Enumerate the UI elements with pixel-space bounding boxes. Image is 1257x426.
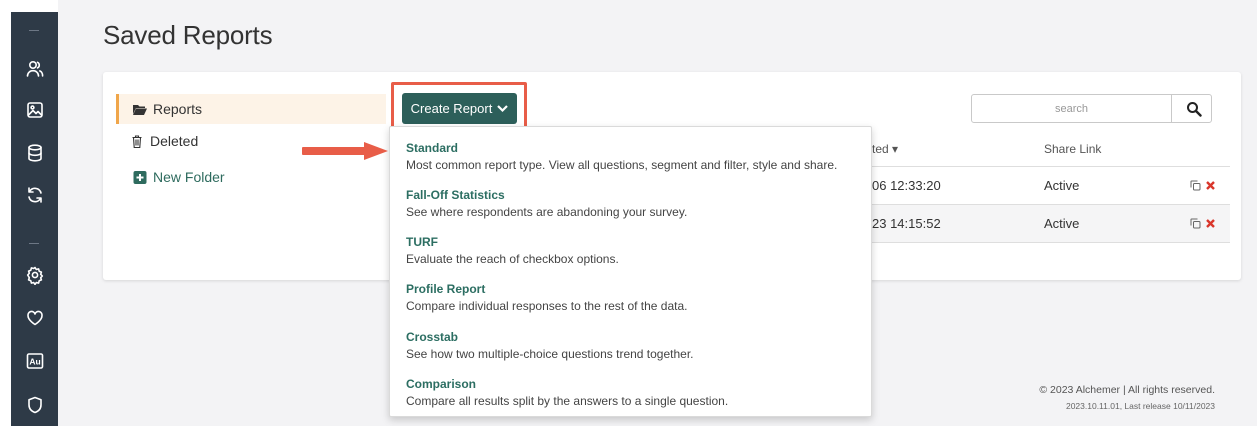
search-input[interactable]: [972, 95, 1172, 122]
menu-item-description: Evaluate the reach of checkbox options.: [406, 252, 619, 266]
row-share-status: Active: [1044, 178, 1080, 193]
annotation-arrow-icon: [302, 142, 388, 160]
heart-icon[interactable]: [11, 303, 58, 333]
copy-icon[interactable]: [1190, 218, 1201, 229]
delete-icon[interactable]: [1205, 180, 1216, 191]
menu-item-description: See how two multiple-choice questions tr…: [406, 347, 694, 361]
database-icon[interactable]: [11, 138, 58, 168]
menu-item-description: Most common report type. View all questi…: [406, 158, 838, 172]
footer-copyright: © 2023 Alchemer | All rights reserved.: [1039, 384, 1215, 396]
menu-item-profile-report[interactable]: Profile Report Compare individual respon…: [406, 282, 866, 314]
nav-rail: Au: [0, 0, 58, 426]
users-icon[interactable]: [11, 54, 58, 84]
column-header-date[interactable]: ted ▾: [872, 142, 898, 156]
menu-item-title: Crosstab: [406, 330, 459, 344]
create-report-menu: Standard Most common report type. View a…: [389, 126, 872, 417]
image-icon[interactable]: [11, 95, 58, 125]
folder-label: Reports: [153, 101, 203, 117]
sort-caret-icon: ▾: [888, 142, 899, 156]
refresh-icon[interactable]: [11, 180, 58, 210]
menu-item-description: Compare all results split by the answers…: [406, 394, 729, 408]
chevron-down-icon: [497, 105, 509, 113]
create-report-label: Create Report: [410, 101, 493, 116]
trash-icon: [124, 134, 150, 148]
menu-item-description: Compare individual responses to the rest…: [406, 299, 688, 313]
au-icon-label: Au: [29, 357, 40, 367]
menu-item-title: Profile Report: [406, 282, 486, 296]
menu-item-title: Fall-Off Statistics: [406, 188, 505, 202]
row-date: 23 14:15:52: [872, 216, 941, 231]
copy-icon[interactable]: [1190, 180, 1201, 191]
row-divider: [870, 242, 1230, 243]
page-title: Saved Reports: [103, 20, 273, 50]
folder-open-icon: [127, 103, 153, 116]
row-date: 06 12:33:20: [872, 178, 941, 193]
menu-item-title: Comparison: [406, 377, 477, 391]
new-folder-label: New Folder: [153, 169, 225, 185]
row-actions: [1190, 218, 1216, 229]
row-share-status: Active: [1044, 216, 1080, 231]
nav-divider: [29, 30, 39, 31]
menu-item-standard[interactable]: Standard Most common report type. View a…: [406, 141, 866, 173]
delete-icon[interactable]: [1205, 218, 1216, 229]
menu-item-title: Standard: [406, 141, 459, 155]
menu-item-turf[interactable]: TURF Evaluate the reach of checkbox opti…: [406, 235, 866, 267]
column-header-share-link: Share Link: [1044, 142, 1102, 156]
plus-square-icon: [127, 170, 153, 184]
menu-item-crosstab[interactable]: Crosstab See how two multiple-choice que…: [406, 330, 866, 362]
new-folder-link[interactable]: New Folder: [116, 162, 386, 192]
folder-label: Deleted: [150, 133, 199, 149]
menu-item-comparison[interactable]: Comparison Compare all results split by …: [406, 377, 866, 409]
footer-version: 2023.10.11.01, Last release 10/11/2023: [1065, 401, 1215, 411]
au-icon[interactable]: Au: [11, 346, 58, 376]
settings-icon[interactable]: [11, 260, 58, 290]
nav-divider: [29, 243, 39, 244]
menu-item-title: TURF: [406, 235, 438, 249]
row-actions: [1190, 180, 1216, 191]
search-box: [971, 94, 1212, 123]
row-divider: [870, 166, 1230, 167]
create-report-button[interactable]: Create Report: [402, 93, 517, 124]
menu-item-fall-off-statistics[interactable]: Fall-Off Statistics See where respondent…: [406, 188, 866, 220]
menu-item-description: See where respondents are abandoning you…: [406, 205, 688, 219]
row-divider: [870, 204, 1230, 205]
shield-icon[interactable]: [11, 390, 58, 420]
folder-reports[interactable]: Reports: [116, 94, 386, 124]
column-header-date-label: ted: [872, 142, 889, 156]
search-icon[interactable]: [1186, 101, 1202, 117]
